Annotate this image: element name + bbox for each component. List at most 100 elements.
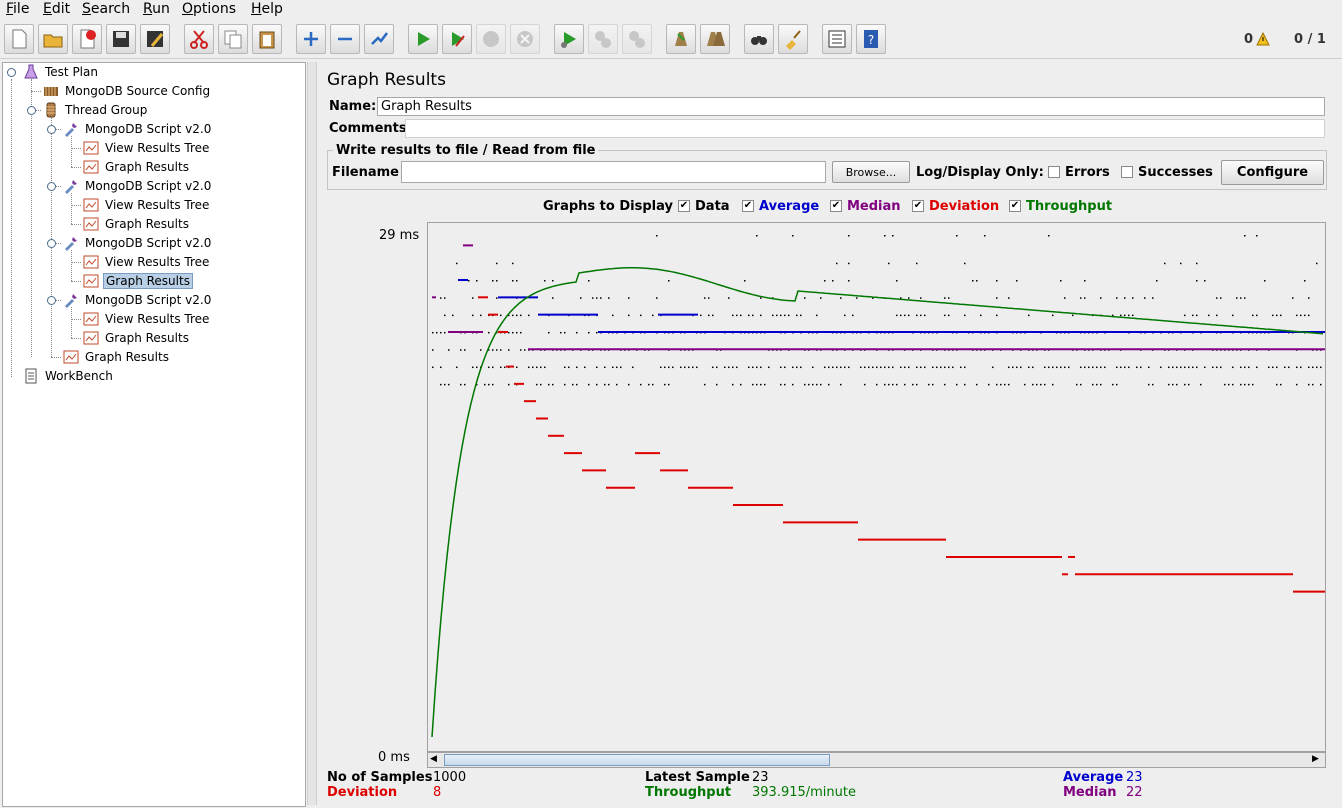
tree-node-graph-results[interactable]: Graph Results — [63, 348, 171, 366]
tree-expand-handle[interactable] — [47, 296, 56, 305]
tree-node-thread-group[interactable]: Thread Group — [43, 101, 149, 119]
data-point — [1188, 383, 1190, 386]
menu-help[interactable]: Help — [251, 1, 283, 17]
browse-button[interactable]: Browse... — [832, 161, 910, 183]
scroll-left-arrow-icon[interactable]: ◀ — [430, 754, 437, 764]
average-checkbox[interactable]: ✔ — [742, 200, 754, 212]
tree-node-graph-results[interactable]: Graph Results — [83, 158, 191, 176]
data-point — [432, 349, 434, 351]
copy-button[interactable] — [218, 24, 248, 54]
scrollbar-thumb[interactable] — [444, 754, 830, 766]
start-no-pauses-button[interactable] — [442, 24, 472, 54]
comments-field[interactable] — [405, 119, 1325, 138]
tree-node-view-results-tree[interactable]: View Results Tree — [83, 196, 211, 214]
menu-options[interactable]: Options — [182, 1, 236, 17]
remote-stop-button[interactable] — [588, 24, 618, 54]
start-button[interactable] — [408, 24, 438, 54]
tree-node-graph-results[interactable]: Graph Results — [83, 272, 193, 290]
menu-run[interactable]: Run — [143, 1, 170, 17]
data-point — [1012, 366, 1014, 369]
data-point — [1304, 280, 1306, 282]
help-button[interactable]: ? — [856, 24, 886, 54]
name-field[interactable]: Graph Results — [377, 97, 1325, 116]
tree-expand-handle[interactable] — [27, 106, 36, 115]
data-point — [492, 366, 494, 369]
function-helper-button[interactable] — [822, 24, 852, 54]
deviation-stat-label: Deviation — [327, 785, 398, 800]
test-plan-tree[interactable]: Test Plan MongoDB Source Config Thread Gro… — [2, 62, 306, 807]
tree-node-view-results-tree[interactable]: View Results Tree — [83, 139, 211, 157]
menu-search[interactable]: Search — [82, 1, 130, 17]
data-point — [1308, 366, 1310, 369]
new-button[interactable] — [4, 24, 34, 54]
data-point — [956, 235, 958, 237]
toggle-button[interactable] — [364, 24, 394, 54]
data-point — [700, 314, 702, 317]
tree-node-mongodb-script-v2-0[interactable]: MongoDB Script v2.0 — [63, 234, 213, 252]
clear-button[interactable] — [666, 24, 696, 54]
remote-start-button[interactable] — [554, 24, 584, 54]
data-point — [1168, 383, 1170, 386]
clear-all-button[interactable] — [700, 24, 730, 54]
menu-file[interactable]: File — [6, 1, 29, 17]
remote-shutdown-button[interactable] — [622, 24, 652, 54]
data-point — [1276, 383, 1278, 386]
errors-checkbox[interactable] — [1048, 166, 1060, 178]
data-point — [512, 280, 514, 282]
tree-expand-handle[interactable] — [47, 125, 56, 134]
reset-search-button[interactable] — [778, 24, 808, 54]
filename-input[interactable] — [401, 161, 826, 183]
data-point — [512, 331, 514, 334]
save-as-button[interactable] — [140, 24, 170, 54]
data-point — [876, 366, 878, 369]
tree-expand-handle[interactable] — [47, 182, 56, 191]
save-button[interactable] — [106, 24, 136, 54]
tree-node-workbench[interactable]: WorkBench — [23, 367, 115, 385]
search-button[interactable] — [744, 24, 774, 54]
data-point — [1148, 383, 1150, 386]
successes-checkbox[interactable] — [1121, 166, 1133, 178]
scroll-right-arrow-icon[interactable]: ▶ — [1312, 754, 1319, 764]
open-button[interactable] — [38, 24, 68, 54]
tree-node-label: View Results Tree — [105, 198, 210, 212]
tree-expand-handle[interactable] — [7, 68, 16, 77]
tree-node-label: MongoDB Script v2.0 — [85, 179, 212, 193]
data-point — [908, 366, 910, 369]
tree-node-mongodb-script-v2-0[interactable]: MongoDB Script v2.0 — [63, 177, 213, 195]
stop-button[interactable] — [476, 24, 506, 54]
data-point — [916, 383, 918, 386]
tree-node-graph-results[interactable]: Graph Results — [83, 215, 191, 233]
menu-edit[interactable]: Edit — [43, 1, 70, 17]
warning-icon[interactable] — [1256, 32, 1270, 46]
data-point — [540, 366, 542, 369]
tree-node-view-results-tree[interactable]: View Results Tree — [83, 253, 211, 271]
tree-node-view-results-tree[interactable]: View Results Tree — [83, 310, 211, 328]
data-point — [1296, 383, 1298, 386]
collapse-all-button[interactable] — [330, 24, 360, 54]
data-point — [1292, 297, 1294, 299]
tree-node-mongodb-source-config[interactable]: MongoDB Source Config — [43, 82, 212, 100]
graph-scrollbar[interactable]: ◀ ▶ — [427, 752, 1326, 768]
data-point — [716, 383, 718, 386]
data-checkbox[interactable]: ✔ — [678, 200, 690, 212]
tree-expand-handle[interactable] — [47, 239, 56, 248]
cut-button[interactable] — [184, 24, 214, 54]
shutdown-button[interactable] — [510, 24, 540, 54]
tree-node-mongodb-script-v2-0[interactable]: MongoDB Script v2.0 — [63, 291, 213, 309]
panel-splitter[interactable] — [307, 62, 317, 805]
tree-node-mongodb-script-v2-0[interactable]: MongoDB Script v2.0 — [63, 120, 213, 138]
paste-button[interactable] — [252, 24, 282, 54]
tree-node-test-plan[interactable]: Test Plan — [23, 63, 100, 81]
throughput-checkbox[interactable]: ✔ — [1009, 200, 1021, 212]
tree-node-label: MongoDB Script v2.0 — [85, 293, 212, 307]
data-point — [716, 366, 718, 369]
deviation-checkbox[interactable]: ✔ — [912, 200, 924, 212]
median-stat-label: Median — [1063, 785, 1117, 800]
configure-button[interactable]: Configure — [1221, 160, 1324, 185]
cut-icon — [190, 30, 208, 49]
median-checkbox[interactable]: ✔ — [830, 200, 842, 212]
tree-node-graph-results[interactable]: Graph Results — [83, 329, 191, 347]
close-button[interactable] — [72, 24, 102, 54]
data-point — [920, 366, 922, 369]
expand-all-button[interactable] — [296, 24, 326, 54]
